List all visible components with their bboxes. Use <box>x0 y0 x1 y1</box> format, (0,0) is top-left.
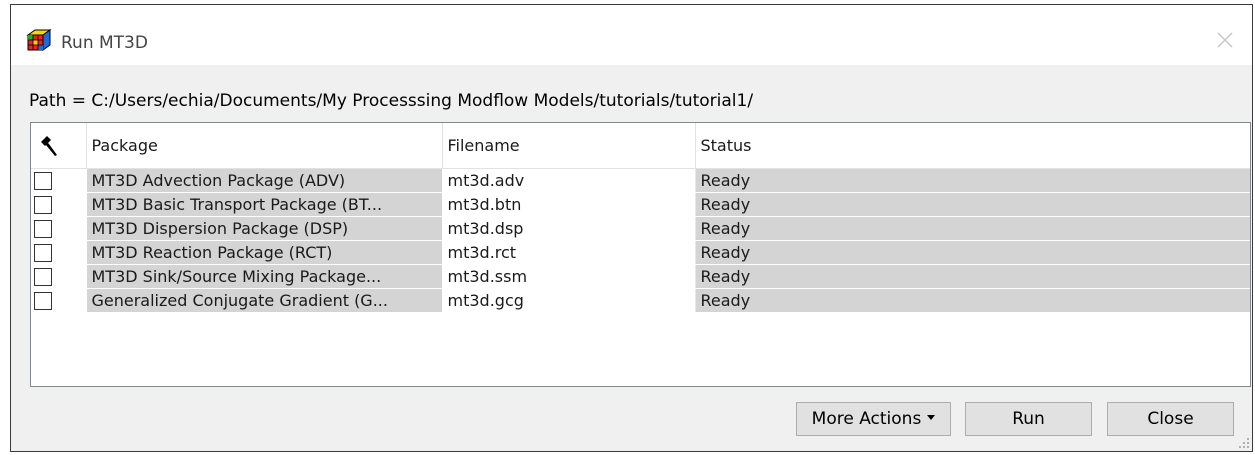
hammer-icon <box>41 135 57 156</box>
row-checkbox-cell <box>31 264 87 289</box>
close-button[interactable]: Close <box>1107 402 1234 436</box>
package-cell[interactable]: Generalized Conjugate Gradient (G... <box>86 288 443 313</box>
status-cell: Ready <box>695 168 1250 193</box>
column-header-status[interactable]: Status <box>695 123 1250 169</box>
run-mt3d-dialog: Run MT3D Path = C:/Users/echia/Documents… <box>10 4 1253 452</box>
row-checkbox-cell <box>31 168 87 193</box>
mt3d-app-icon <box>26 29 52 51</box>
filename-cell[interactable]: mt3d.gcg <box>442 288 696 313</box>
package-cell[interactable]: MT3D Basic Transport Package (BT... <box>86 192 443 217</box>
table-row[interactable]: MT3D Reaction Package (RCT) mt3d.rct Rea… <box>31 240 1250 265</box>
filename-cell[interactable]: mt3d.ssm <box>442 264 696 289</box>
status-cell: Ready <box>695 288 1250 313</box>
row-checkbox-cell <box>31 192 87 217</box>
row-checkbox[interactable] <box>34 268 52 286</box>
table-row[interactable]: Generalized Conjugate Gradient (G... mt3… <box>31 288 1250 313</box>
filename-cell[interactable]: mt3d.dsp <box>442 216 696 241</box>
column-header-filename[interactable]: Filename <box>442 123 696 169</box>
row-checkbox[interactable] <box>34 220 52 238</box>
column-header-package[interactable]: Package <box>86 123 443 169</box>
row-checkbox-cell <box>31 240 87 265</box>
status-cell: Ready <box>695 240 1250 265</box>
package-cell[interactable]: MT3D Reaction Package (RCT) <box>86 240 443 265</box>
package-table: Package Filename Status MT3D Advection P… <box>30 122 1251 387</box>
row-checkbox[interactable] <box>34 292 52 310</box>
row-checkbox-cell <box>31 288 87 313</box>
row-checkbox[interactable] <box>34 172 52 190</box>
row-checkbox[interactable] <box>34 196 52 214</box>
row-checkbox[interactable] <box>34 244 52 262</box>
row-checkbox-cell <box>31 216 87 241</box>
table-row[interactable]: MT3D Advection Package (ADV) mt3d.adv Re… <box>31 168 1250 193</box>
table-header-row: Package Filename Status <box>31 123 1250 169</box>
path-label: Path = C:/Users/echia/Documents/My Proce… <box>29 91 754 111</box>
title-bar: Run MT3D <box>11 5 1252 65</box>
package-cell[interactable]: MT3D Dispersion Package (DSP) <box>86 216 443 241</box>
package-cell[interactable]: MT3D Sink/Source Mixing Package... <box>86 264 443 289</box>
more-actions-label: More Actions <box>811 409 922 429</box>
filename-cell[interactable]: mt3d.btn <box>442 192 696 217</box>
run-button[interactable]: Run <box>965 402 1092 436</box>
status-cell: Ready <box>695 192 1250 217</box>
resize-grip-icon[interactable] <box>1238 437 1250 449</box>
filename-cell[interactable]: mt3d.rct <box>442 240 696 265</box>
table-row[interactable]: MT3D Dispersion Package (DSP) mt3d.dsp R… <box>31 216 1250 241</box>
close-icon[interactable] <box>1214 29 1236 51</box>
select-all-header[interactable] <box>31 123 87 169</box>
status-cell: Ready <box>695 216 1250 241</box>
table-row[interactable]: MT3D Basic Transport Package (BT... mt3d… <box>31 192 1250 217</box>
package-cell[interactable]: MT3D Advection Package (ADV) <box>86 168 443 193</box>
table-row[interactable]: MT3D Sink/Source Mixing Package... mt3d.… <box>31 264 1250 289</box>
window-title: Run MT3D <box>61 33 148 53</box>
filename-cell[interactable]: mt3d.adv <box>442 168 696 193</box>
status-cell: Ready <box>695 264 1250 289</box>
more-actions-button[interactable]: More Actions <box>796 402 951 436</box>
dropdown-arrow-icon <box>927 414 936 420</box>
